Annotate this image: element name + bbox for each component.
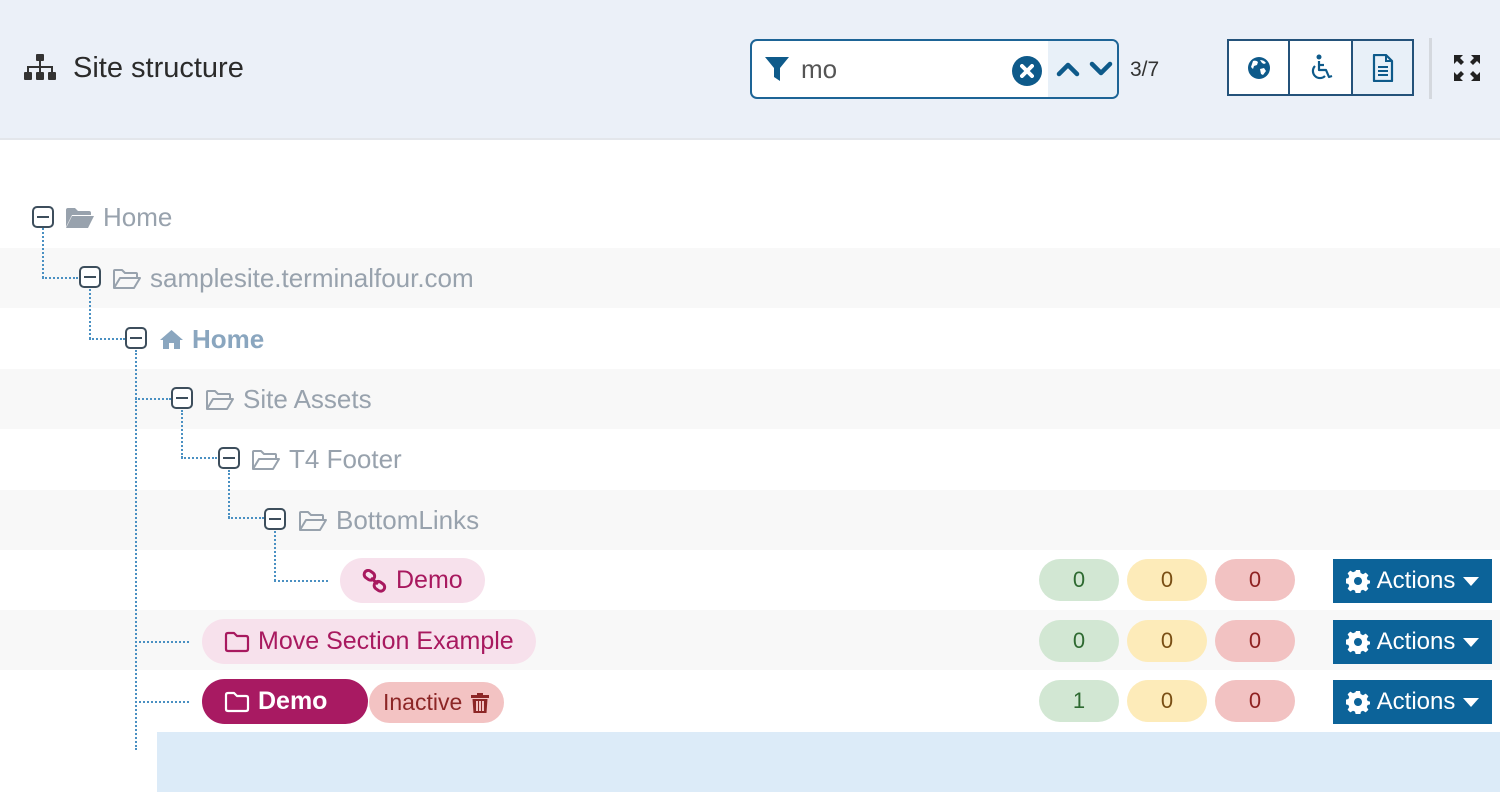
folder-open-icon [206, 389, 234, 410]
collapse-toggle[interactable] [264, 508, 286, 530]
collapse-toggle[interactable] [32, 206, 54, 228]
tree-node-label: Move Section Example [258, 627, 514, 655]
close-icon [1020, 64, 1034, 78]
view-content-button[interactable] [1353, 41, 1412, 94]
tree-node-home-root[interactable]: Home [65, 202, 172, 233]
home-icon [160, 330, 183, 349]
next-match-button[interactable] [1087, 55, 1115, 83]
tree-node-bottomlinks[interactable]: BottomLinks [298, 505, 479, 536]
approved-count-badge: 0 [1039, 559, 1119, 601]
tree-node-home[interactable]: Home [159, 324, 264, 355]
link-icon [362, 568, 387, 593]
tree-connector [42, 277, 78, 279]
collapse-toggle[interactable] [125, 327, 147, 349]
tree-connector [89, 289, 91, 339]
pending-count-badge: 0 [1127, 559, 1207, 601]
filter-icon [765, 57, 789, 81]
tree-connector [135, 641, 189, 643]
clear-filter-button[interactable] [1012, 56, 1042, 86]
approved-count-badge: 1 [1039, 680, 1119, 722]
approved-count-badge: 0 [1039, 620, 1119, 662]
chevron-down-icon [1089, 61, 1112, 76]
tree-filter [750, 39, 1119, 99]
gear-icon [1345, 570, 1370, 593]
tree-connector [181, 457, 217, 459]
tree-connector [228, 470, 230, 518]
tree-node-demo-current[interactable]: Demo [202, 679, 368, 724]
tree-connector [89, 338, 125, 340]
inactive-status-badge: Inactive [369, 682, 505, 723]
collapse-toggle[interactable] [79, 266, 101, 288]
header-divider [1429, 38, 1432, 99]
gear-icon [1345, 691, 1370, 714]
page-title-text: Site structure [73, 51, 244, 84]
actions-label: Actions [1376, 628, 1456, 655]
view-mode-toggle [1227, 39, 1414, 96]
trash-icon [471, 692, 490, 713]
actions-dropdown-button[interactable]: Actions [1333, 680, 1492, 724]
caret-down-icon [1463, 637, 1480, 647]
chevron-up-icon [1057, 62, 1080, 77]
actions-dropdown-button[interactable]: Actions [1333, 559, 1492, 603]
folder-open-icon [113, 268, 141, 289]
gear-icon [1345, 631, 1370, 654]
page-title: Site structure [24, 50, 244, 86]
pending-count-badge: 0 [1127, 680, 1207, 722]
tree-node-label: Demo [396, 566, 463, 594]
inactive-count-badge: 0 [1215, 620, 1295, 662]
view-accessibility-button[interactable] [1290, 41, 1353, 94]
tree-node-demo-link[interactable]: Demo [340, 558, 485, 603]
header-bar: Site structure 3/7 [0, 0, 1500, 140]
view-globe-button[interactable] [1229, 41, 1290, 94]
pending-count-badge: 0 [1127, 620, 1207, 662]
inactive-count-badge: 0 [1215, 559, 1295, 601]
status-label: Inactive [383, 689, 463, 715]
wheelchair-icon [1311, 54, 1332, 79]
folder-icon [224, 631, 250, 652]
caret-down-icon [1463, 697, 1480, 707]
folder-open-icon [252, 449, 280, 470]
folder-open-icon [299, 510, 327, 531]
tree-node-label: Site Assets [243, 384, 372, 414]
tree-connector [135, 398, 171, 400]
tree-connector [42, 228, 44, 278]
tree-node-label: BottomLinks [336, 505, 480, 535]
tree-node-label: Home [192, 324, 265, 354]
tree-row [0, 188, 1500, 248]
tree-node-label: samplesite.terminalfour.com [150, 263, 474, 293]
tree-connector [181, 410, 183, 458]
tree-row [0, 490, 1500, 550]
tree-node-t4-footer[interactable]: T4 Footer [251, 444, 402, 475]
actions-dropdown-button[interactable]: Actions [1333, 620, 1492, 664]
actions-label: Actions [1376, 688, 1456, 715]
tree-node-label: T4 Footer [289, 444, 402, 474]
globe-icon [1247, 56, 1270, 79]
filter-input[interactable] [801, 53, 1001, 85]
tree-node-label: Home [103, 202, 173, 232]
document-icon [1372, 53, 1393, 82]
tree-row-selected [157, 732, 1500, 792]
tree-connector [135, 350, 137, 750]
collapse-toggle[interactable] [171, 387, 193, 409]
match-count: 3/7 [1130, 58, 1160, 81]
tree-node-site-assets[interactable]: Site Assets [205, 384, 372, 415]
match-navigation [1048, 41, 1117, 97]
folder-icon [224, 691, 250, 712]
tree-connector [274, 531, 276, 581]
tree-node-label: Demo [258, 687, 328, 715]
tree-connector [135, 701, 189, 703]
tree-node-samplesite[interactable]: samplesite.terminalfour.com [112, 263, 474, 294]
sitemap-icon [24, 54, 56, 80]
inactive-count-badge: 0 [1215, 680, 1295, 722]
tree-connector [228, 517, 264, 519]
caret-down-icon [1463, 576, 1480, 586]
tree-connector [274, 580, 328, 582]
tree-node-move-section-example[interactable]: Move Section Example [202, 619, 536, 664]
expand-icon[interactable] [1453, 54, 1481, 82]
folder-open-icon [66, 207, 94, 228]
previous-match-button[interactable] [1054, 55, 1082, 83]
actions-label: Actions [1376, 567, 1456, 594]
collapse-toggle[interactable] [218, 447, 240, 469]
